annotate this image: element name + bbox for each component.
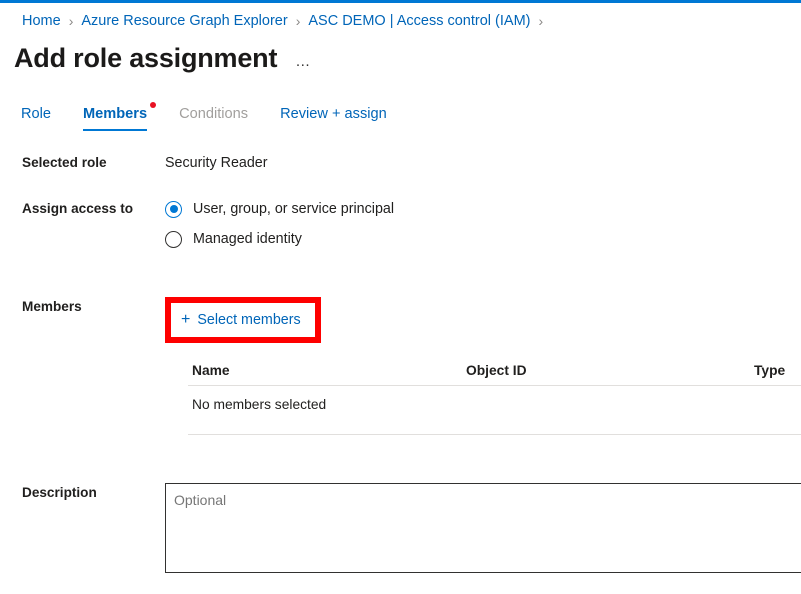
selected-role-value: Security Reader bbox=[165, 155, 268, 171]
page-title: Add role assignment bbox=[14, 43, 278, 73]
tab-role[interactable]: Role bbox=[21, 106, 51, 131]
plus-icon: + bbox=[181, 311, 191, 328]
select-members-button-label: Select members bbox=[197, 312, 301, 328]
tab-bar: Role Members Conditions Review + assign bbox=[0, 75, 801, 131]
radio-user-group-service-principal[interactable]: User, group, or service principal bbox=[165, 199, 801, 219]
description-label: Description bbox=[22, 485, 97, 500]
breadcrumb-separator-icon: › bbox=[538, 13, 544, 29]
breadcrumb-item-home[interactable]: Home bbox=[22, 12, 61, 30]
assign-access-to-label: Assign access to bbox=[22, 201, 134, 216]
assign-access-to-radio-group: User, group, or service principal Manage… bbox=[165, 199, 801, 259]
selected-role-label: Selected role bbox=[22, 155, 107, 170]
page-container: Home › Azure Resource Graph Explorer › A… bbox=[0, 3, 801, 579]
members-table-header: Name Object ID Type bbox=[188, 357, 801, 386]
tab-conditions[interactable]: Conditions bbox=[179, 106, 248, 131]
tab-conditions-label: Conditions bbox=[179, 106, 249, 122]
empty-state-message: No members selected bbox=[192, 397, 327, 412]
members-label: Members bbox=[22, 299, 82, 314]
tab-review-assign[interactable]: Review + assign bbox=[280, 106, 387, 131]
breadcrumb: Home › Azure Resource Graph Explorer › A… bbox=[0, 3, 801, 30]
radio-selected-icon bbox=[165, 200, 182, 218]
more-options-icon[interactable]: … bbox=[295, 53, 312, 70]
radio-managed-identity[interactable]: Managed identity bbox=[165, 229, 801, 249]
form-row-members: Members + Select members bbox=[0, 297, 801, 343]
tab-members-label: Members bbox=[83, 106, 148, 122]
members-table: Name Object ID Type No members selected bbox=[188, 357, 801, 435]
breadcrumb-item-azure-resource-graph-explorer[interactable]: Azure Resource Graph Explorer bbox=[81, 12, 287, 30]
empty-cell-type bbox=[754, 397, 801, 412]
description-content bbox=[165, 483, 801, 579]
title-row: Add role assignment … bbox=[0, 30, 801, 75]
tab-role-label: Role bbox=[21, 106, 52, 122]
breadcrumb-separator-icon: › bbox=[68, 13, 74, 29]
tab-members[interactable]: Members bbox=[83, 102, 157, 131]
select-members-highlight-annotation: + Select members bbox=[165, 297, 321, 343]
form-row-selected-role: Selected role Security Reader bbox=[0, 153, 801, 173]
members-content: + Select members bbox=[165, 297, 801, 343]
role-assignment-form: Selected role Security Reader Assign acc… bbox=[0, 131, 801, 579]
form-row-description: Description bbox=[0, 483, 801, 579]
breadcrumb-separator-icon: › bbox=[295, 13, 301, 29]
notification-dot-icon bbox=[150, 102, 157, 108]
tab-review-assign-label: Review + assign bbox=[280, 106, 387, 122]
select-members-button[interactable]: + Select members bbox=[171, 303, 315, 337]
description-input[interactable] bbox=[165, 483, 801, 573]
form-row-assign-access-to: Assign access to User, group, or service… bbox=[0, 199, 801, 259]
table-row-empty-state: No members selected bbox=[188, 386, 801, 435]
column-header-type: Type bbox=[754, 363, 786, 378]
empty-cell-object-id bbox=[466, 397, 754, 412]
breadcrumb-item-asc-demo-access-control[interactable]: ASC DEMO | Access control (IAM) bbox=[308, 12, 530, 30]
column-header-object-id: Object ID bbox=[466, 363, 527, 378]
radio-unselected-icon bbox=[165, 230, 182, 248]
radio-managed-identity-label: Managed identity bbox=[193, 231, 302, 247]
column-header-name: Name bbox=[192, 363, 230, 378]
radio-user-group-service-principal-label: User, group, or service principal bbox=[193, 201, 395, 217]
